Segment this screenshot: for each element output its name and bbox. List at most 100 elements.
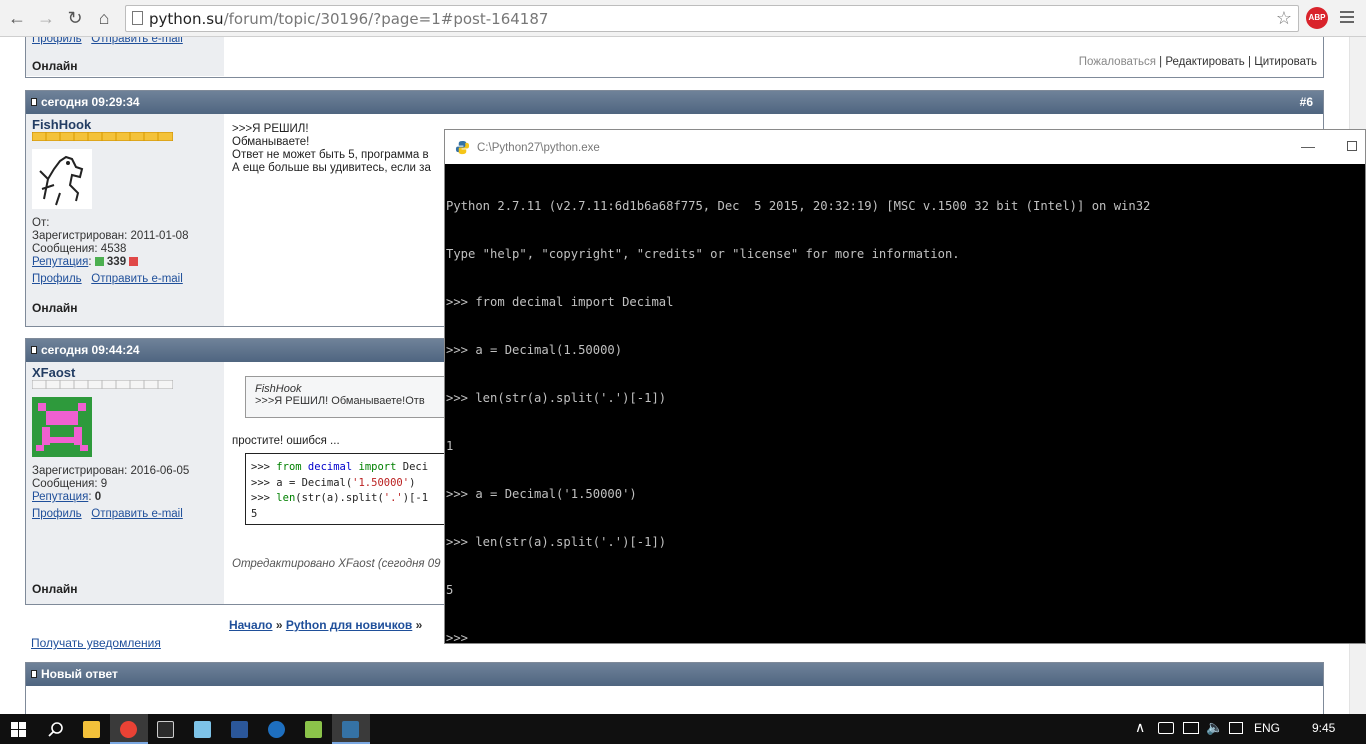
python-icon — [455, 140, 470, 155]
post-author-panel: FishHook От: Зарегистрирован: 2011-01-08… — [26, 114, 224, 326]
subscribe-link[interactable]: Получать уведомления — [31, 636, 161, 650]
address-bar[interactable]: python.su/forum/topic/30196/?page=1#post… — [125, 5, 1299, 32]
avatar[interactable] — [32, 149, 92, 209]
windows-icon — [11, 722, 26, 737]
maximize-icon[interactable] — [1347, 141, 1357, 151]
taskbar-notepad[interactable] — [184, 714, 222, 744]
page-icon — [132, 11, 143, 25]
power-icon[interactable] — [1158, 722, 1174, 734]
quote-text: >>>Я РЕШИЛ! Обманываете!Отв — [255, 395, 425, 407]
forward-icon[interactable]: → — [35, 7, 57, 29]
reload-icon[interactable]: ↻ — [64, 7, 86, 29]
url-path: /forum/topic/30196/?page=1#post-164187 — [223, 10, 549, 28]
console-output[interactable]: Python 2.7.11 (v2.7.11:6d1b6a68f775, Dec… — [445, 164, 1365, 678]
reputation-value: 339 — [106, 256, 127, 268]
taskbar-notepadpp[interactable] — [295, 714, 333, 744]
edited-note: Отредактировано XFaost (сегодня 09 — [232, 558, 441, 570]
collapse-icon[interactable] — [31, 346, 37, 354]
collapse-icon[interactable] — [31, 98, 37, 106]
notepad-icon — [194, 721, 211, 738]
quote-link[interactable]: Цитировать — [1254, 56, 1317, 68]
send-email-link[interactable]: Отправить e-mail — [91, 37, 183, 45]
search-button[interactable] — [37, 714, 75, 744]
notepadpp-icon — [305, 721, 322, 738]
breadcrumb-separator: » — [415, 618, 423, 632]
console-line: >>> a = Decimal('1.50000') — [446, 487, 637, 501]
username[interactable]: FishHook — [32, 118, 218, 131]
console-titlebar[interactable]: C:\Python27\python.exe — — [445, 130, 1365, 164]
reputation-link[interactable]: Репутация — [32, 256, 88, 268]
breadcrumb-separator: » — [275, 618, 283, 632]
chrome-icon — [120, 721, 137, 738]
message-count: Сообщения: 4538 — [32, 243, 127, 255]
network-icon[interactable] — [1183, 722, 1199, 734]
post-previous: Профиль Отправить e-mail Онлайн Пожалова… — [25, 37, 1324, 78]
console-line: >>> from decimal import Decimal — [446, 295, 674, 309]
profile-link[interactable]: Профиль — [32, 273, 82, 285]
taskbar-media-player[interactable] — [258, 714, 296, 744]
minimize-icon[interactable]: — — [1301, 138, 1315, 154]
clock[interactable]: 9:45 — [1312, 721, 1335, 735]
folder-icon — [83, 721, 100, 738]
send-email-link[interactable]: Отправить e-mail — [91, 273, 183, 285]
post-date: сегодня 09:29:34 — [41, 95, 140, 109]
breadcrumb-home[interactable]: Начало — [229, 618, 272, 632]
taskbar-chrome[interactable] — [110, 714, 148, 744]
post-line: Обманываете! — [232, 136, 310, 148]
console-line: >>> — [446, 631, 469, 645]
avatar[interactable] — [32, 397, 92, 457]
collapse-icon[interactable] — [31, 670, 37, 678]
new-reply-title: Новый ответ — [41, 667, 118, 681]
post-header: сегодня 09:29:34 #6 — [26, 91, 1323, 114]
reputation-link[interactable]: Репутация — [32, 491, 88, 503]
reputation-value: 0 — [94, 491, 102, 503]
online-status: Онлайн — [32, 301, 78, 315]
console-title: C:\Python27\python.exe — [477, 142, 600, 154]
taskbar-python[interactable] — [332, 714, 370, 744]
reputation-plus-icon[interactable] — [94, 257, 104, 267]
console-line: 5 — [446, 583, 454, 597]
console-line: 1 — [446, 439, 454, 453]
post-line: Ответ не может быть 5, программа в — [232, 149, 429, 161]
python-console-window[interactable]: C:\Python27\python.exe — Python 2.7.11 (… — [444, 129, 1366, 645]
url-host: python.su — [149, 10, 224, 28]
notifications-icon[interactable] — [1229, 722, 1243, 734]
breadcrumb: Начало » Python для новичков » — [229, 618, 422, 632]
browser-menu-icon[interactable] — [1340, 8, 1356, 28]
send-email-link[interactable]: Отправить e-mail — [91, 508, 183, 520]
separator: | — [1159, 56, 1163, 68]
breadcrumb-forum[interactable]: Python для новичков — [286, 618, 412, 632]
console-line: >>> len(str(a).split('.')[-1]) — [446, 391, 667, 405]
quote-author: FishHook — [255, 383, 302, 395]
username[interactable]: XFaost — [32, 366, 218, 379]
registered-date: Зарегистрирован: 2016-06-05 — [32, 465, 190, 477]
post-number[interactable]: #6 — [1300, 91, 1313, 113]
volume-icon[interactable]: 🔈 — [1206, 719, 1223, 736]
post-author-panel: XFaost Зарегистрирован: 2016-06-05 Сообщ… — [26, 362, 224, 604]
separator: | — [1248, 56, 1251, 68]
message-count: Сообщения: 9 — [32, 478, 108, 490]
language-indicator[interactable]: ENG — [1254, 721, 1280, 735]
python-icon — [342, 721, 359, 738]
back-icon[interactable]: ← — [6, 7, 28, 29]
browser-toolbar: ← → ↻ ⌂ python.su/forum/topic/30196/?pag… — [0, 0, 1366, 37]
post-line: >>>Я РЕШИЛ! — [232, 123, 309, 135]
start-button[interactable] — [0, 714, 38, 744]
calculator-icon — [157, 721, 174, 738]
profile-link[interactable]: Профиль — [32, 508, 82, 520]
home-icon[interactable]: ⌂ — [93, 7, 115, 29]
taskbar-explorer[interactable] — [73, 714, 111, 744]
taskbar-word[interactable] — [221, 714, 259, 744]
bookmark-star-icon[interactable]: ☆ — [1276, 8, 1292, 29]
taskbar-calculator[interactable] — [147, 714, 185, 744]
word-icon — [231, 721, 248, 738]
adblock-plus-icon[interactable]: ABP — [1306, 7, 1328, 29]
console-line: >>> a = Decimal(1.50000) — [446, 343, 623, 357]
profile-link[interactable]: Профиль — [32, 37, 82, 45]
media-player-icon — [268, 721, 285, 738]
reputation-minus-icon[interactable] — [129, 257, 139, 267]
complain-link[interactable]: Пожаловаться — [1079, 56, 1156, 68]
edit-link[interactable]: Редактировать — [1165, 56, 1244, 68]
chevron-up-icon[interactable]: ∧ — [1135, 719, 1145, 736]
post-line: А еще больше вы удивитесь, если за — [232, 162, 431, 174]
